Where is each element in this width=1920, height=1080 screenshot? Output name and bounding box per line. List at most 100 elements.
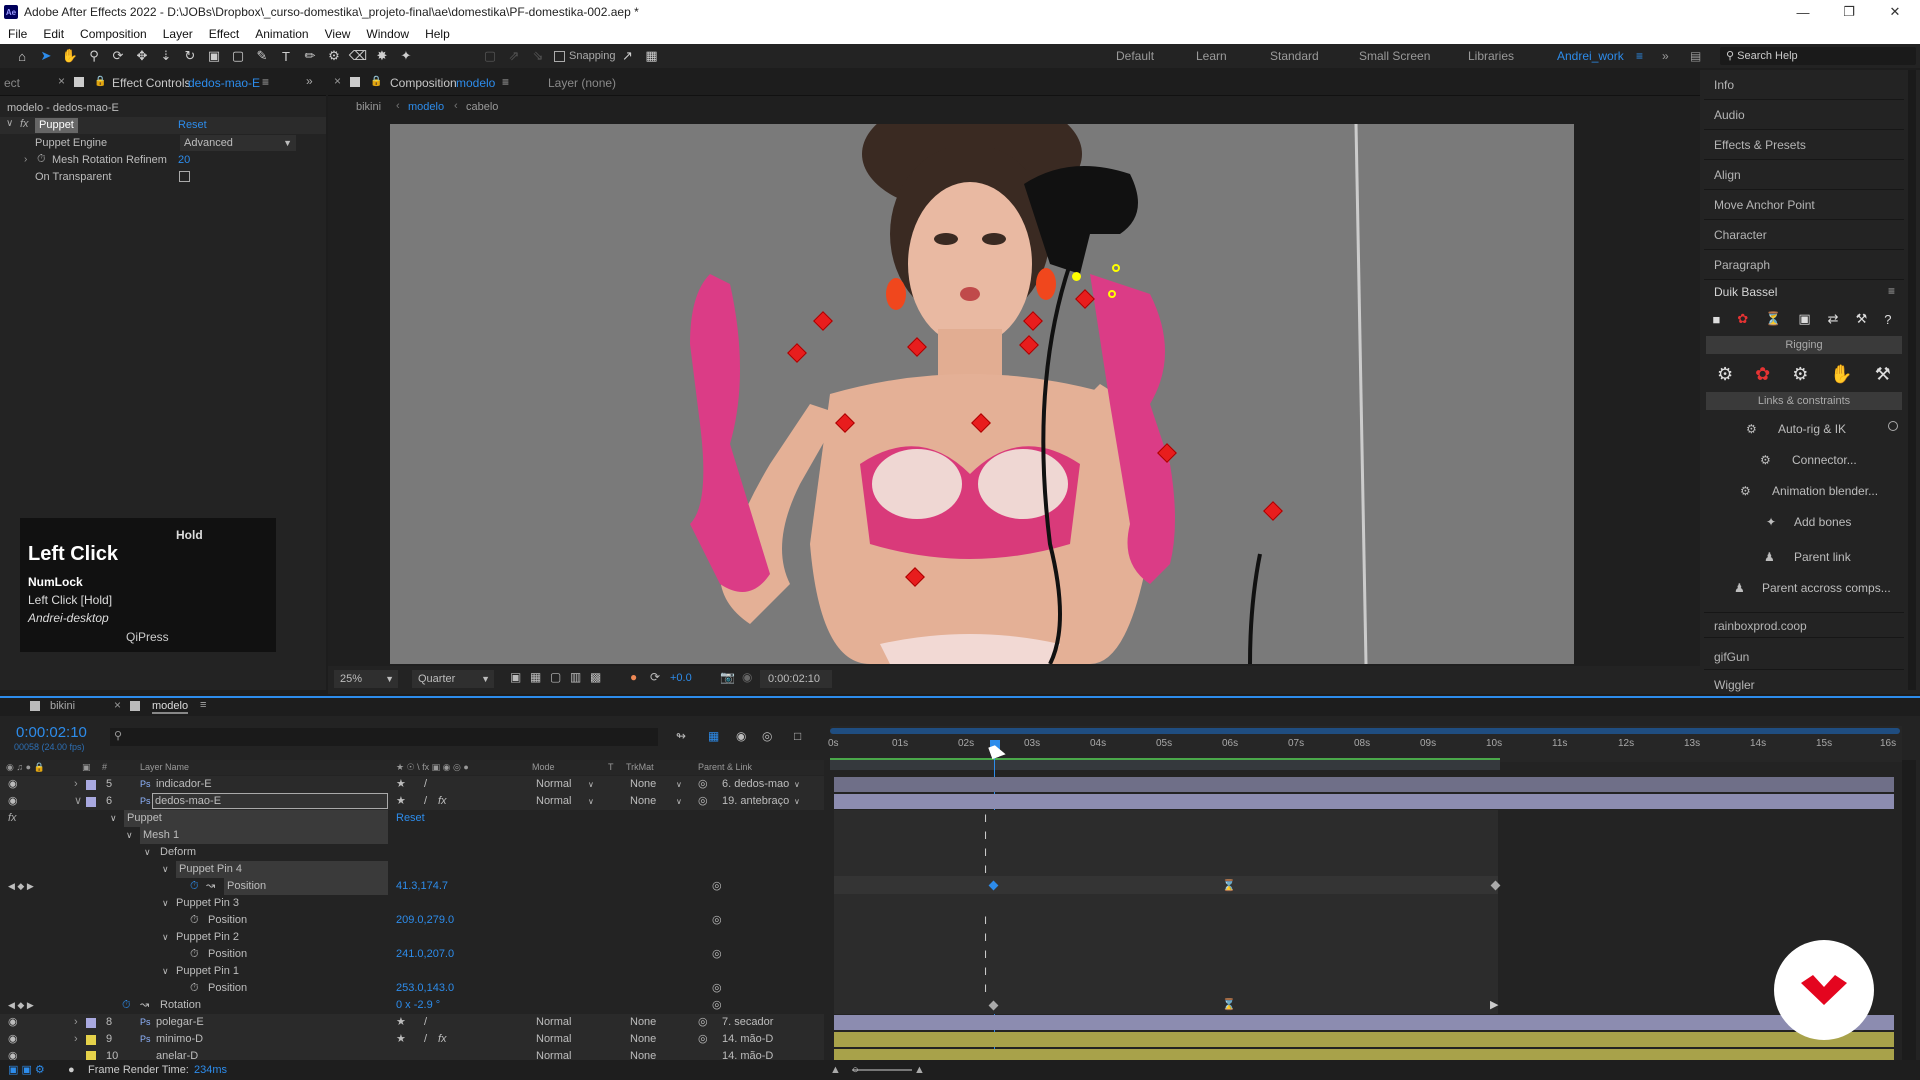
expand-panels-icon[interactable]: » — [306, 74, 313, 88]
panel-wiggler[interactable]: Wiggler — [1704, 676, 1904, 694]
duik-swap-icon[interactable]: ⇄ — [1828, 311, 1839, 327]
duik-wrench-icon[interactable]: ⚒ — [1856, 311, 1868, 327]
layer-parent[interactable]: 7. secador — [722, 1014, 773, 1031]
timeline-timecode[interactable]: 0:00:02:10 — [16, 724, 87, 741]
fx-switch-icon[interactable]: fx — [438, 793, 447, 810]
collapse-arrow-icon[interactable]: ∨ — [126, 827, 133, 844]
expand-arrow-icon[interactable]: › — [74, 1014, 78, 1031]
pin3-name[interactable]: Puppet Pin 3 — [176, 895, 239, 912]
panel-move-anchor-point[interactable]: Move Anchor Point — [1704, 190, 1904, 220]
stopwatch-active-icon[interactable]: ⏱ — [190, 878, 199, 895]
zoom-select[interactable]: 25% ▼ — [334, 670, 398, 688]
panel-rainboxprod[interactable]: rainboxprod.coop — [1704, 612, 1904, 638]
workspace-libraries[interactable]: Libraries — [1468, 44, 1514, 68]
prop-pin2-row[interactable]: ∨ Puppet Pin 2 — [0, 929, 824, 946]
rectangle-tool-icon[interactable]: ▢ — [226, 46, 250, 66]
layer-name[interactable]: indicador-E — [156, 776, 212, 793]
hold-keyframe-icon[interactable]: I — [984, 983, 987, 995]
close-modelo-tab-icon[interactable]: × — [114, 698, 121, 712]
brush-tool-icon[interactable]: ✏ — [298, 46, 322, 66]
comp-timecode[interactable]: 0:00:02:10 — [760, 670, 832, 688]
collapse-arrow-icon[interactable]: ∨ — [162, 929, 169, 946]
graph-icon[interactable]: ↝ — [140, 997, 149, 1014]
effect-controls-layer[interactable]: dedos-mao-E — [188, 76, 260, 90]
layer-name[interactable]: polegar-E — [156, 1014, 204, 1031]
layer-mode[interactable]: Normal — [536, 1014, 571, 1031]
timeline-tab-modelo[interactable]: modelo — [152, 700, 189, 714]
panel-align[interactable]: Align — [1704, 160, 1904, 190]
prop-puppet-row[interactable]: fx ∨ Puppet Reset — [0, 810, 824, 827]
pin4-name[interactable]: Puppet Pin 4 — [176, 861, 388, 878]
timeline-tab-bikini[interactable]: bikini — [50, 700, 75, 712]
layer-bar-5[interactable] — [834, 777, 1894, 792]
hold-keyframe-icon[interactable]: I — [984, 915, 987, 927]
on-transparent-checkbox[interactable] — [179, 171, 190, 182]
lock-icon[interactable]: 🔒 — [94, 76, 106, 87]
composition-tab-name[interactable]: modelo — [456, 76, 495, 90]
timeline-scrollbar[interactable] — [1902, 760, 1916, 1060]
menu-composition[interactable]: Composition — [72, 27, 155, 41]
layer-trkmat[interactable]: None — [630, 776, 656, 793]
work-area-range[interactable] — [830, 758, 1500, 770]
parent-header[interactable]: Parent & Link — [698, 760, 752, 775]
prop-pin3-position-row[interactable]: ⏱ Position 209.0,279.0 ◎ — [0, 912, 824, 929]
stopwatch-icon[interactable]: ⏱ — [190, 946, 199, 963]
layer-row-10[interactable]: ◉ 10 anelar-D Normal None 14. mão-D — [0, 1048, 824, 1060]
layer-mode[interactable]: Normal — [536, 1048, 571, 1060]
duik-rig-icon[interactable]: ✿ — [1737, 311, 1748, 327]
minimize-icon[interactable]: — — [1780, 0, 1826, 24]
duik-help-icon[interactable]: ? — [1884, 312, 1891, 327]
pin3-position-label[interactable]: Position — [208, 912, 247, 929]
expression-pickwhip-icon[interactable]: ◎ — [712, 912, 722, 929]
layer-mode[interactable]: Normal — [536, 793, 571, 810]
fx-switch-icon[interactable]: fx — [438, 1031, 447, 1048]
prop-pin4-row[interactable]: ∨ Puppet Pin 4 — [0, 861, 824, 878]
layer-bar-6[interactable] — [834, 794, 1894, 809]
maximize-icon[interactable]: ❐ — [1826, 0, 1872, 24]
timeline-zoom-slider[interactable] — [852, 1069, 912, 1071]
pin1-name[interactable]: Puppet Pin 1 — [176, 963, 239, 980]
switch-toggle-icon[interactable]: ● — [68, 1060, 75, 1080]
layer-name[interactable]: minimo-D — [156, 1031, 203, 1048]
layer-bar-9[interactable] — [834, 1032, 1894, 1047]
expression-pickwhip-icon[interactable]: ◎ — [712, 980, 722, 997]
quality-switch-icon[interactable]: / — [424, 793, 427, 810]
duik-connector-button[interactable]: Connector... — [1792, 445, 1857, 475]
close-icon[interactable]: ✕ — [1872, 0, 1918, 24]
workspace-standard[interactable]: Standard — [1270, 44, 1319, 68]
color-channels-icon[interactable]: ● — [630, 670, 637, 684]
dolly-tool-icon[interactable]: ⇣ — [154, 46, 178, 66]
zoom-in-icon[interactable]: ▲ — [914, 1060, 925, 1080]
search-help-field[interactable]: ⚲ Search Help — [1720, 47, 1916, 65]
pin1-position-value[interactable]: 253.0,143.0 — [396, 980, 454, 997]
panel-effects-presets[interactable]: Effects & Presets — [1704, 130, 1904, 160]
puppet-reset-link[interactable]: Reset — [178, 119, 207, 131]
comp-mini-flowchart-icon[interactable]: ↬ — [676, 729, 686, 743]
pan-tool-icon[interactable]: ✥ — [130, 46, 154, 66]
layer-bar-10[interactable] — [834, 1049, 1894, 1060]
stopwatch-active-icon[interactable]: ⏱ — [122, 997, 131, 1014]
quality-switch-icon[interactable]: / — [424, 1031, 427, 1048]
layer-mode[interactable]: Normal — [536, 776, 571, 793]
frame-blending-icon[interactable]: ◎ — [762, 729, 772, 743]
pin2-position-label[interactable]: Position — [208, 946, 247, 963]
duik-layer-icon[interactable]: ■ — [1712, 312, 1720, 327]
panel-info[interactable]: Info — [1704, 70, 1904, 100]
mesh-rotation-value[interactable]: 20 — [178, 154, 190, 166]
layer-name[interactable]: anelar-D — [156, 1048, 198, 1060]
shy-switch-icon[interactable]: ★ — [396, 1031, 406, 1048]
hold-keyframe-icon[interactable]: I — [984, 966, 987, 978]
pen-tool-icon[interactable]: ✎ — [250, 46, 274, 66]
layer-mode[interactable]: Normal — [536, 1031, 571, 1048]
prop-deform-row[interactable]: ∨ Deform — [0, 844, 824, 861]
easy-ease-keyframe-icon[interactable]: ⌛ — [1222, 879, 1236, 892]
layer-label-color[interactable] — [86, 797, 96, 807]
trkmat-header[interactable]: TrkMat — [626, 760, 654, 775]
pan-behind-tool-icon[interactable]: ▣ — [202, 46, 226, 66]
layer-name-header[interactable]: Layer Name — [140, 760, 189, 775]
mesh-prop-name[interactable]: Mesh 1 — [140, 827, 388, 844]
hold-keyframe-icon[interactable]: I — [984, 813, 987, 825]
crumb-bikini[interactable]: bikini — [356, 101, 381, 113]
menu-help[interactable]: Help — [417, 27, 458, 41]
duik-tools-icon[interactable]: ⚒ — [1875, 364, 1891, 385]
